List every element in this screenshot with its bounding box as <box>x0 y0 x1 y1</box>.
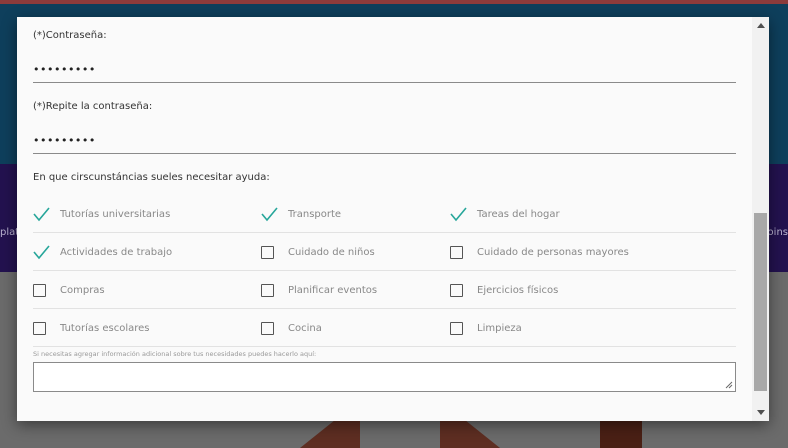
needs-option-label: Cuidado de niños <box>288 246 375 258</box>
needs-option[interactable]: Tareas del hogar <box>450 195 560 233</box>
password-label: (*)Contraseña: <box>33 30 107 41</box>
extra-info-textarea[interactable] <box>33 362 736 392</box>
checkbox[interactable] <box>33 283 46 297</box>
modal-content: (*)Contraseña: ••••••••• (*)Repite la co… <box>33 17 736 421</box>
needs-option-label: Ejercicios físicos <box>477 284 559 296</box>
options-row: Tutorías universitarias Transporte Tareas … <box>33 195 736 233</box>
registration-modal: (*)Contraseña: ••••••••• (*)Repite la co… <box>17 17 769 421</box>
checkbox[interactable] <box>261 321 274 335</box>
checkmark-icon[interactable] <box>261 206 278 222</box>
extra-info-hint: Si necesitas agregar información adicion… <box>33 350 317 358</box>
options-row: Compras Planificar eventos Ejercicios físi… <box>33 271 736 309</box>
needs-question-label: En que cirscunstáncias sueles necesitar … <box>33 172 270 183</box>
needs-option[interactable]: Cuidado de personas mayores <box>450 233 629 271</box>
checkbox[interactable] <box>450 283 463 297</box>
needs-option[interactable]: Transporte <box>261 195 341 233</box>
scroll-down-button[interactable] <box>752 404 769 421</box>
resize-grip-icon[interactable] <box>725 381 733 389</box>
options-row: Tutorías escolares Cocina Limpieza <box>33 309 736 347</box>
repeat-password-field[interactable]: ••••••••• <box>33 132 736 154</box>
needs-option[interactable]: Cocina <box>261 309 322 347</box>
needs-option-label: Cuidado de personas mayores <box>477 246 629 258</box>
checkbox[interactable] <box>33 321 46 335</box>
needs-option[interactable]: Tutorías universitarias <box>33 195 170 233</box>
needs-option-label: Tutorías universitarias <box>60 208 171 220</box>
checkbox[interactable] <box>261 245 274 259</box>
options-row: Actividades de trabajo Cuidado de niños Cu… <box>33 233 736 271</box>
needs-option-label: Compras <box>60 284 105 296</box>
needs-option-label: Actividades de trabajo <box>60 246 173 258</box>
needs-option-label: Cocina <box>288 322 322 334</box>
checkmark-icon[interactable] <box>33 206 50 222</box>
needs-option-label: Tutorías escolares <box>60 322 150 334</box>
needs-option[interactable]: Tutorías escolares <box>33 309 150 347</box>
background-shape <box>600 420 642 448</box>
checkmark-icon[interactable] <box>450 206 467 222</box>
checkbox[interactable] <box>450 321 463 335</box>
needs-option[interactable]: Actividades de trabajo <box>33 233 172 271</box>
needs-option-label: Limpieza <box>477 322 522 334</box>
scroll-up-button[interactable] <box>752 17 769 34</box>
needs-option[interactable]: Planificar eventos <box>261 271 377 309</box>
checkbox[interactable] <box>261 283 274 297</box>
needs-option[interactable]: Ejercicios físicos <box>450 271 558 309</box>
scrollbar-thumb[interactable] <box>754 213 767 391</box>
needs-option-label: Planificar eventos <box>288 284 378 296</box>
arrow-down-icon <box>756 410 765 415</box>
background-side-text-right: oins <box>767 227 788 238</box>
arrow-up-icon <box>756 23 765 28</box>
needs-option[interactable]: Limpieza <box>450 309 522 347</box>
needs-option-label: Transporte <box>288 208 342 220</box>
needs-option[interactable]: Compras <box>33 271 105 309</box>
checkbox[interactable] <box>450 245 463 259</box>
needs-option[interactable]: Cuidado de niños <box>261 233 375 271</box>
needs-option-label: Tareas del hogar <box>477 208 560 220</box>
modal-scrollbar[interactable] <box>752 17 769 421</box>
repeat-password-label: (*)Repite la contraseña: <box>33 101 153 112</box>
checkmark-icon[interactable] <box>33 244 50 260</box>
password-field[interactable]: ••••••••• <box>33 61 736 83</box>
